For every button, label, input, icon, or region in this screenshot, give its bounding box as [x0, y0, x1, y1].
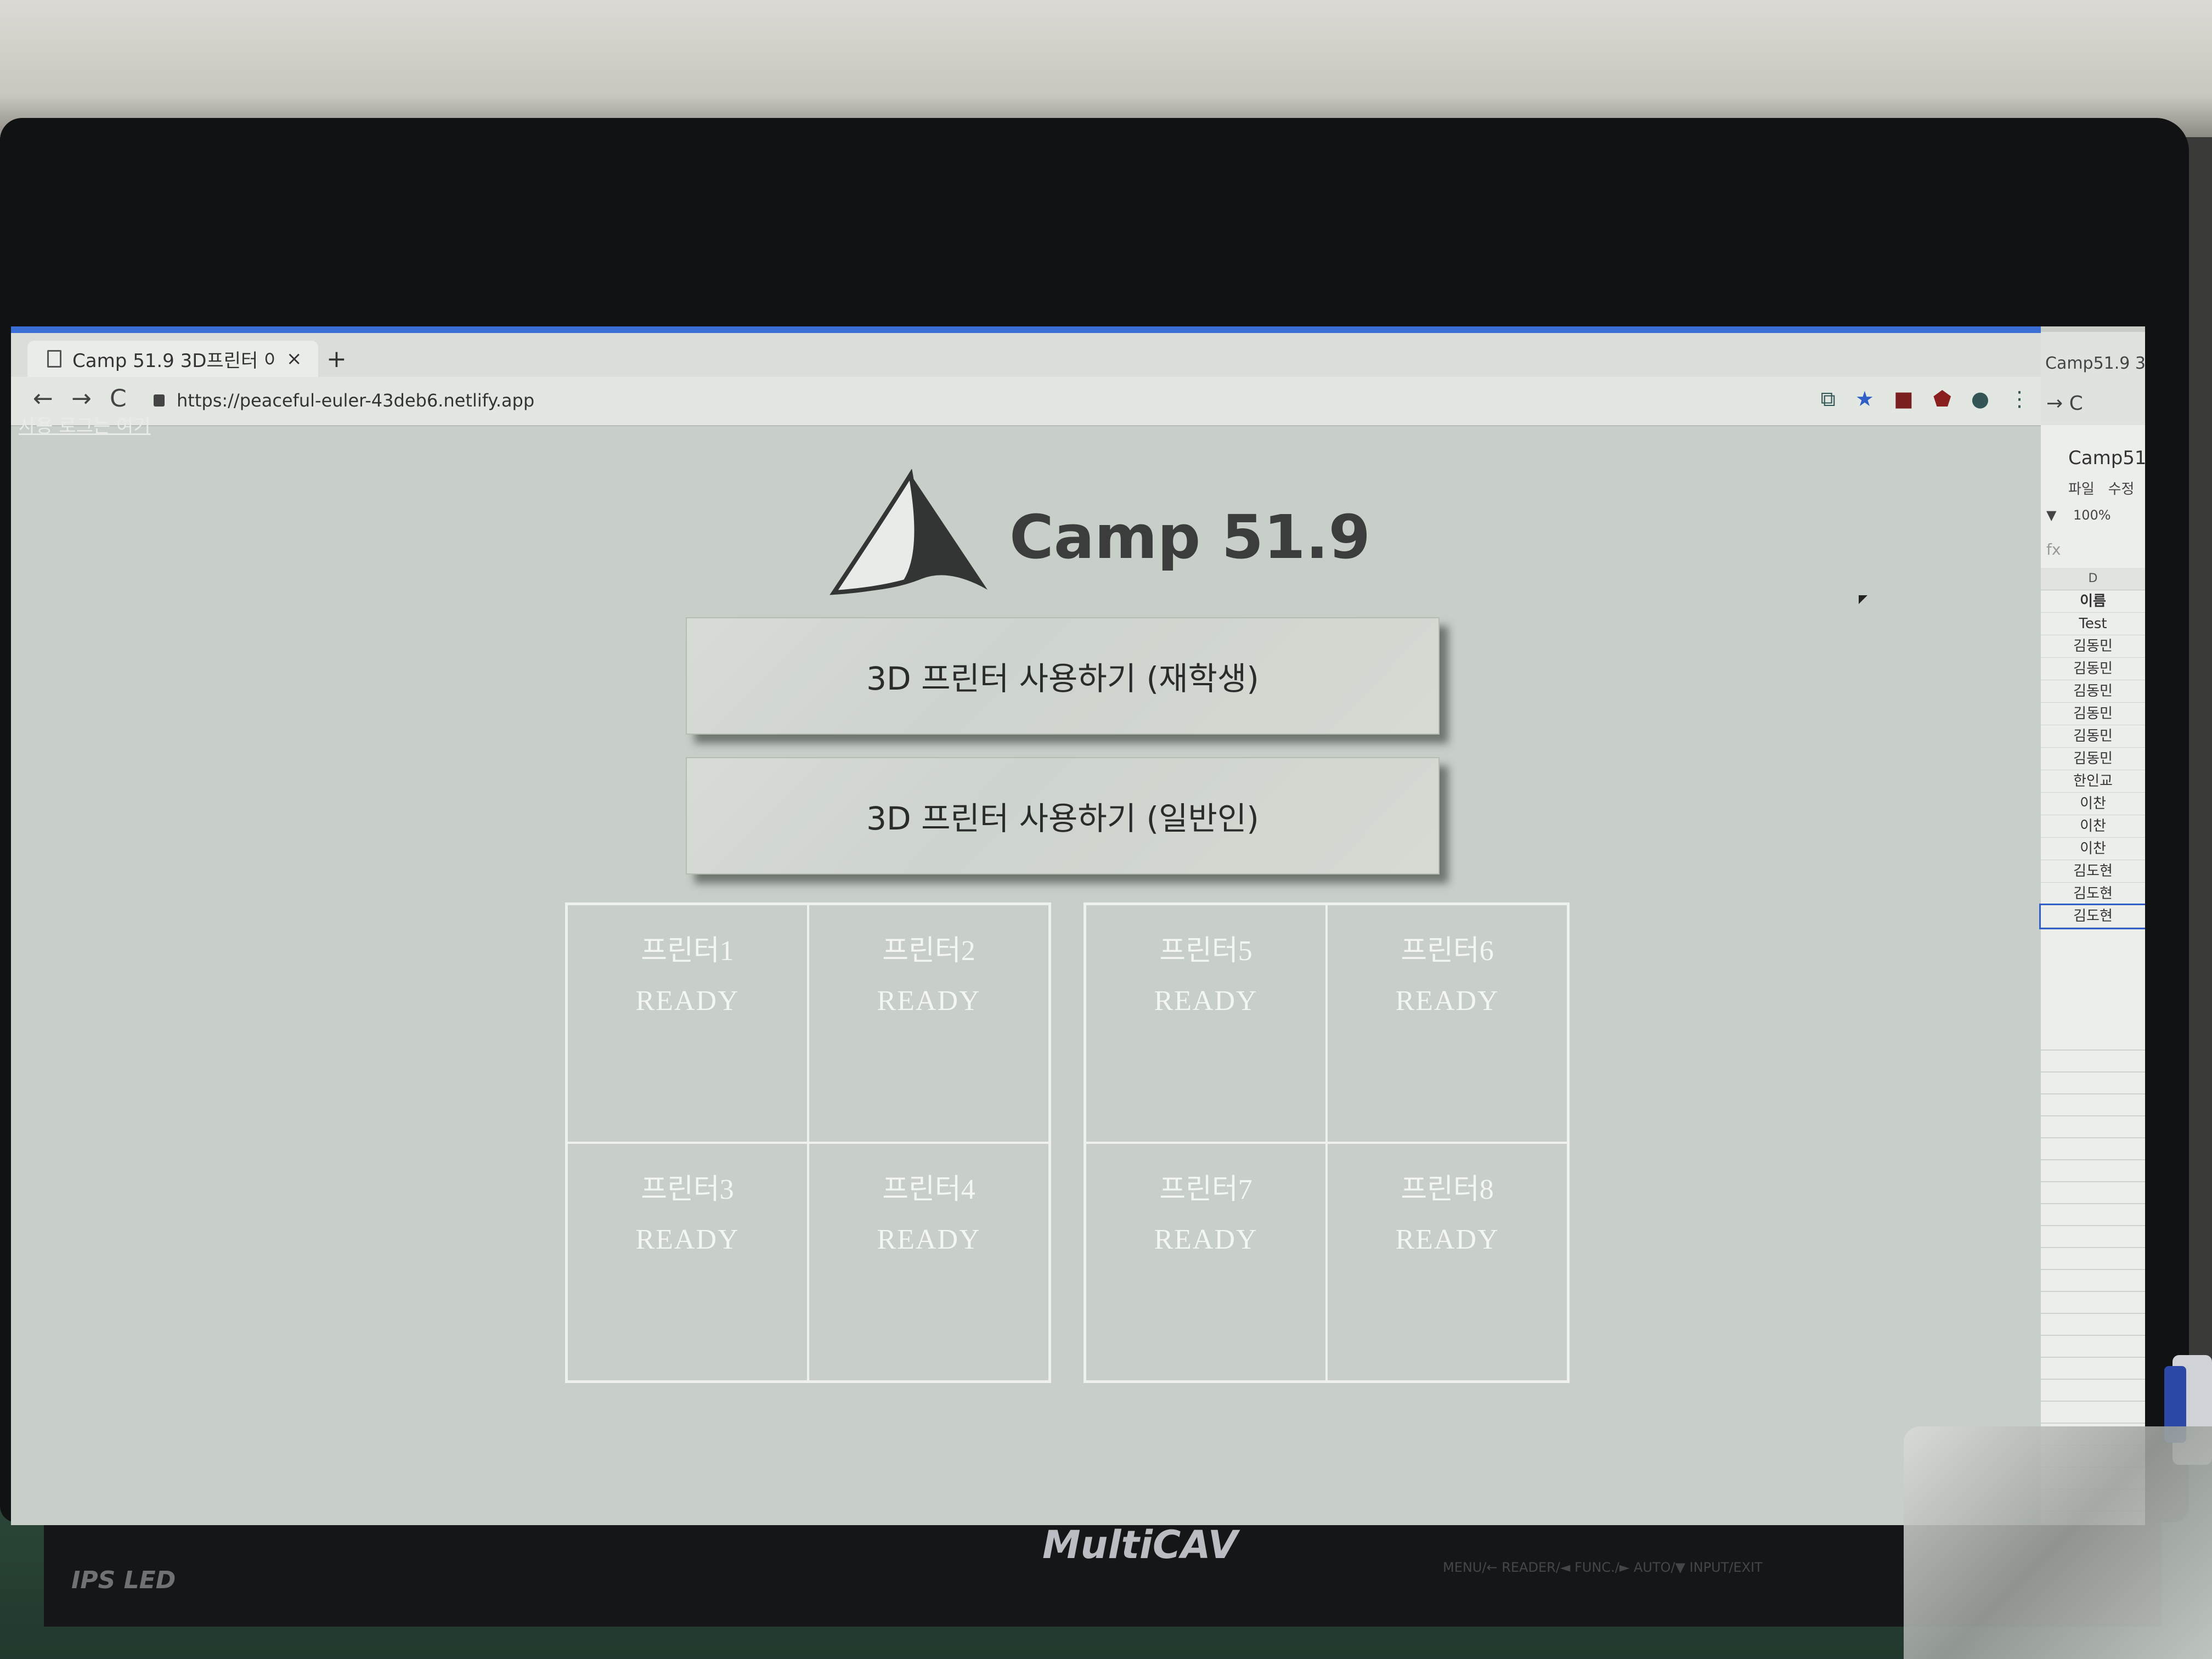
printer-card-8[interactable]: 프린터8 READY [1327, 1143, 1568, 1381]
table-cell[interactable]: Test [2041, 613, 2145, 635]
printer-status: READY [635, 1224, 740, 1255]
monitor-panel-label: IPS LED [71, 1566, 176, 1594]
tab-active[interactable]: Camp 51.9 3D프린터 이 × [27, 341, 318, 377]
printer-name: 프린터7 [1159, 1174, 1252, 1205]
printer-card-7[interactable]: 프린터7 READY [1085, 1143, 1327, 1381]
account-icon[interactable]: ● [1971, 387, 1989, 411]
table-cell[interactable]: 이찬 [2041, 815, 2145, 838]
address-bar[interactable]: https://peaceful-euler-43deb6.netlify.ap… [154, 383, 1772, 417]
printer-grid-right: 프린터5 READY 프린터6 READY 프린터7 READY 프린터8 RE… [1084, 902, 1570, 1383]
spreadsheet-menu: 파일 수정 [2068, 478, 2134, 498]
printer-card-5[interactable]: 프린터5 READY [1085, 904, 1327, 1143]
printer-card-3[interactable]: 프린터3 READY [567, 1143, 808, 1381]
menu-kebab-icon[interactable]: ⋮ [2009, 387, 2030, 411]
formula-bar[interactable]: fx [2046, 540, 2061, 558]
printer-status: READY [877, 985, 981, 1017]
spreadsheet-toolbar: ▼ 100% [2046, 507, 2111, 523]
page-icon [47, 350, 61, 368]
printer-status: READY [635, 985, 740, 1017]
bookmark-star-icon[interactable]: ★ [1855, 387, 1874, 411]
brand-title: Camp 51.9 [1009, 502, 1371, 572]
spreadsheet-doc: Camp51.9 파일 수정 ▼ 100% fx D 이름 Test 김동민 김… [2039, 425, 2145, 1525]
table-cell[interactable]: 김도현 [2041, 860, 2145, 883]
monitor-controls: MENU/← READER/◄ FUNC./► AUTO/▼ INPUT/EXI… [1443, 1560, 1763, 1575]
translate-icon[interactable]: ⧉ [1821, 387, 1836, 411]
table-cell[interactable]: 김동민 [2041, 635, 2145, 658]
table-cell[interactable]: 김동민 [2041, 703, 2145, 725]
tab-title: Camp 51.9 3D프린터 이 [72, 349, 275, 372]
printer-status: READY [1395, 1224, 1499, 1255]
table-cell[interactable]: 김동민 [2041, 680, 2145, 703]
camp-logo-icon [830, 469, 988, 595]
menu-edit[interactable]: 수정 [2108, 481, 2135, 498]
spreadsheet-grid: D 이름 Test 김동민 김동민 김동민 김동민 김동민 김동민 한인교 이찬… [2039, 568, 2145, 929]
table-cell-selected[interactable]: 김도현 [2039, 904, 2145, 929]
browser-window: Camp 51.9 3D프린터 이 × + ← → C https://peac… [11, 326, 2041, 1525]
extension-icon[interactable]: ■ [1894, 387, 1914, 411]
monitor: MultiCAV IPS LED MENU/← READER/◄ FUNC./►… [0, 118, 2189, 1627]
wall [0, 0, 2212, 137]
screen: Camp 51.9 3D프린터 이 × + ← → C https://peac… [11, 326, 2145, 1525]
printer-name: 프린터8 [1401, 1174, 1494, 1205]
printer-card-2[interactable]: 프린터2 READY [808, 904, 1049, 1143]
filter-icon[interactable]: ▼ [2046, 507, 2056, 523]
usage-log-link[interactable]: 사용 로그는 여기 [19, 411, 151, 438]
column-header[interactable]: D [2041, 568, 2145, 590]
spreadsheet-nav-icons[interactable]: → C [2046, 392, 2083, 415]
printer-card-6[interactable]: 프린터6 READY [1327, 904, 1568, 1143]
forward-icon[interactable]: → [71, 385, 92, 413]
printer-card-1[interactable]: 프린터1 READY [567, 904, 808, 1143]
printer-status: READY [1154, 985, 1258, 1017]
printer-name: 프린터1 [641, 935, 734, 967]
tab-strip: Camp 51.9 3D프린터 이 × + [11, 333, 2041, 377]
spreadsheet-tab-title[interactable]: Camp51.9 3D [2045, 354, 2145, 373]
printer-name: 프린터6 [1401, 935, 1494, 967]
back-icon[interactable]: ← [33, 385, 53, 413]
toolbar-icons: ⧉ ★ ■ ⬟ ● ⋮ [1821, 387, 2030, 411]
table-cell[interactable]: 이찬 [2041, 838, 2145, 860]
table-cell[interactable]: 김동민 [2041, 748, 2145, 770]
url-text: https://peaceful-euler-43deb6.netlify.ap… [177, 390, 535, 411]
printer-name: 프린터2 [882, 935, 975, 967]
browser-toolbar: ← → C https://peaceful-euler-43deb6.netl… [11, 377, 2041, 426]
mouse-cursor-icon [1859, 595, 1867, 604]
table-cell[interactable]: 김동민 [2041, 658, 2145, 680]
printer-grid-left: 프린터1 READY 프린터2 READY 프린터3 READY 프린터4 RE… [565, 902, 1051, 1383]
printer-name: 프린터5 [1159, 935, 1252, 967]
printer-card-4[interactable]: 프린터4 READY [808, 1143, 1049, 1381]
new-tab-button[interactable]: + [326, 345, 347, 373]
raspberry-pi-case [1904, 1426, 2212, 1659]
printer-name: 프린터4 [882, 1174, 975, 1205]
printer-status: READY [877, 1224, 981, 1255]
reload-icon[interactable]: C [110, 385, 127, 413]
printer-status: READY [1395, 985, 1499, 1017]
spreadsheet-window: Camp51.9 3D → C Camp51.9 파일 수정 ▼ 100% fx… [2039, 332, 2145, 1525]
table-cell[interactable]: 이름 [2041, 590, 2145, 613]
window-accent-bar [11, 326, 2041, 333]
printer-name: 프린터3 [641, 1174, 734, 1205]
printer-status: READY [1154, 1224, 1258, 1255]
table-cell[interactable]: 김동민 [2041, 725, 2145, 748]
menu-file[interactable]: 파일 [2068, 481, 2095, 498]
zoom-select[interactable]: 100% [2073, 507, 2111, 523]
use-printer-general-button[interactable]: 3D 프린터 사용하기 (일반인) [686, 757, 1440, 874]
lock-icon [154, 394, 165, 407]
tab-close-icon[interactable]: × [286, 348, 302, 370]
use-printer-student-button[interactable]: 3D 프린터 사용하기 (재학생) [686, 617, 1440, 735]
ublock-icon[interactable]: ⬟ [1933, 387, 1951, 411]
table-cell[interactable]: 이찬 [2041, 793, 2145, 815]
table-cell[interactable]: 김도현 [2041, 883, 2145, 905]
table-cell[interactable]: 한인교 [2041, 770, 2145, 793]
spreadsheet-doc-title: Camp51.9 [2068, 447, 2145, 469]
monitor-brand-logo: MultiCAV [1042, 1522, 1238, 1567]
